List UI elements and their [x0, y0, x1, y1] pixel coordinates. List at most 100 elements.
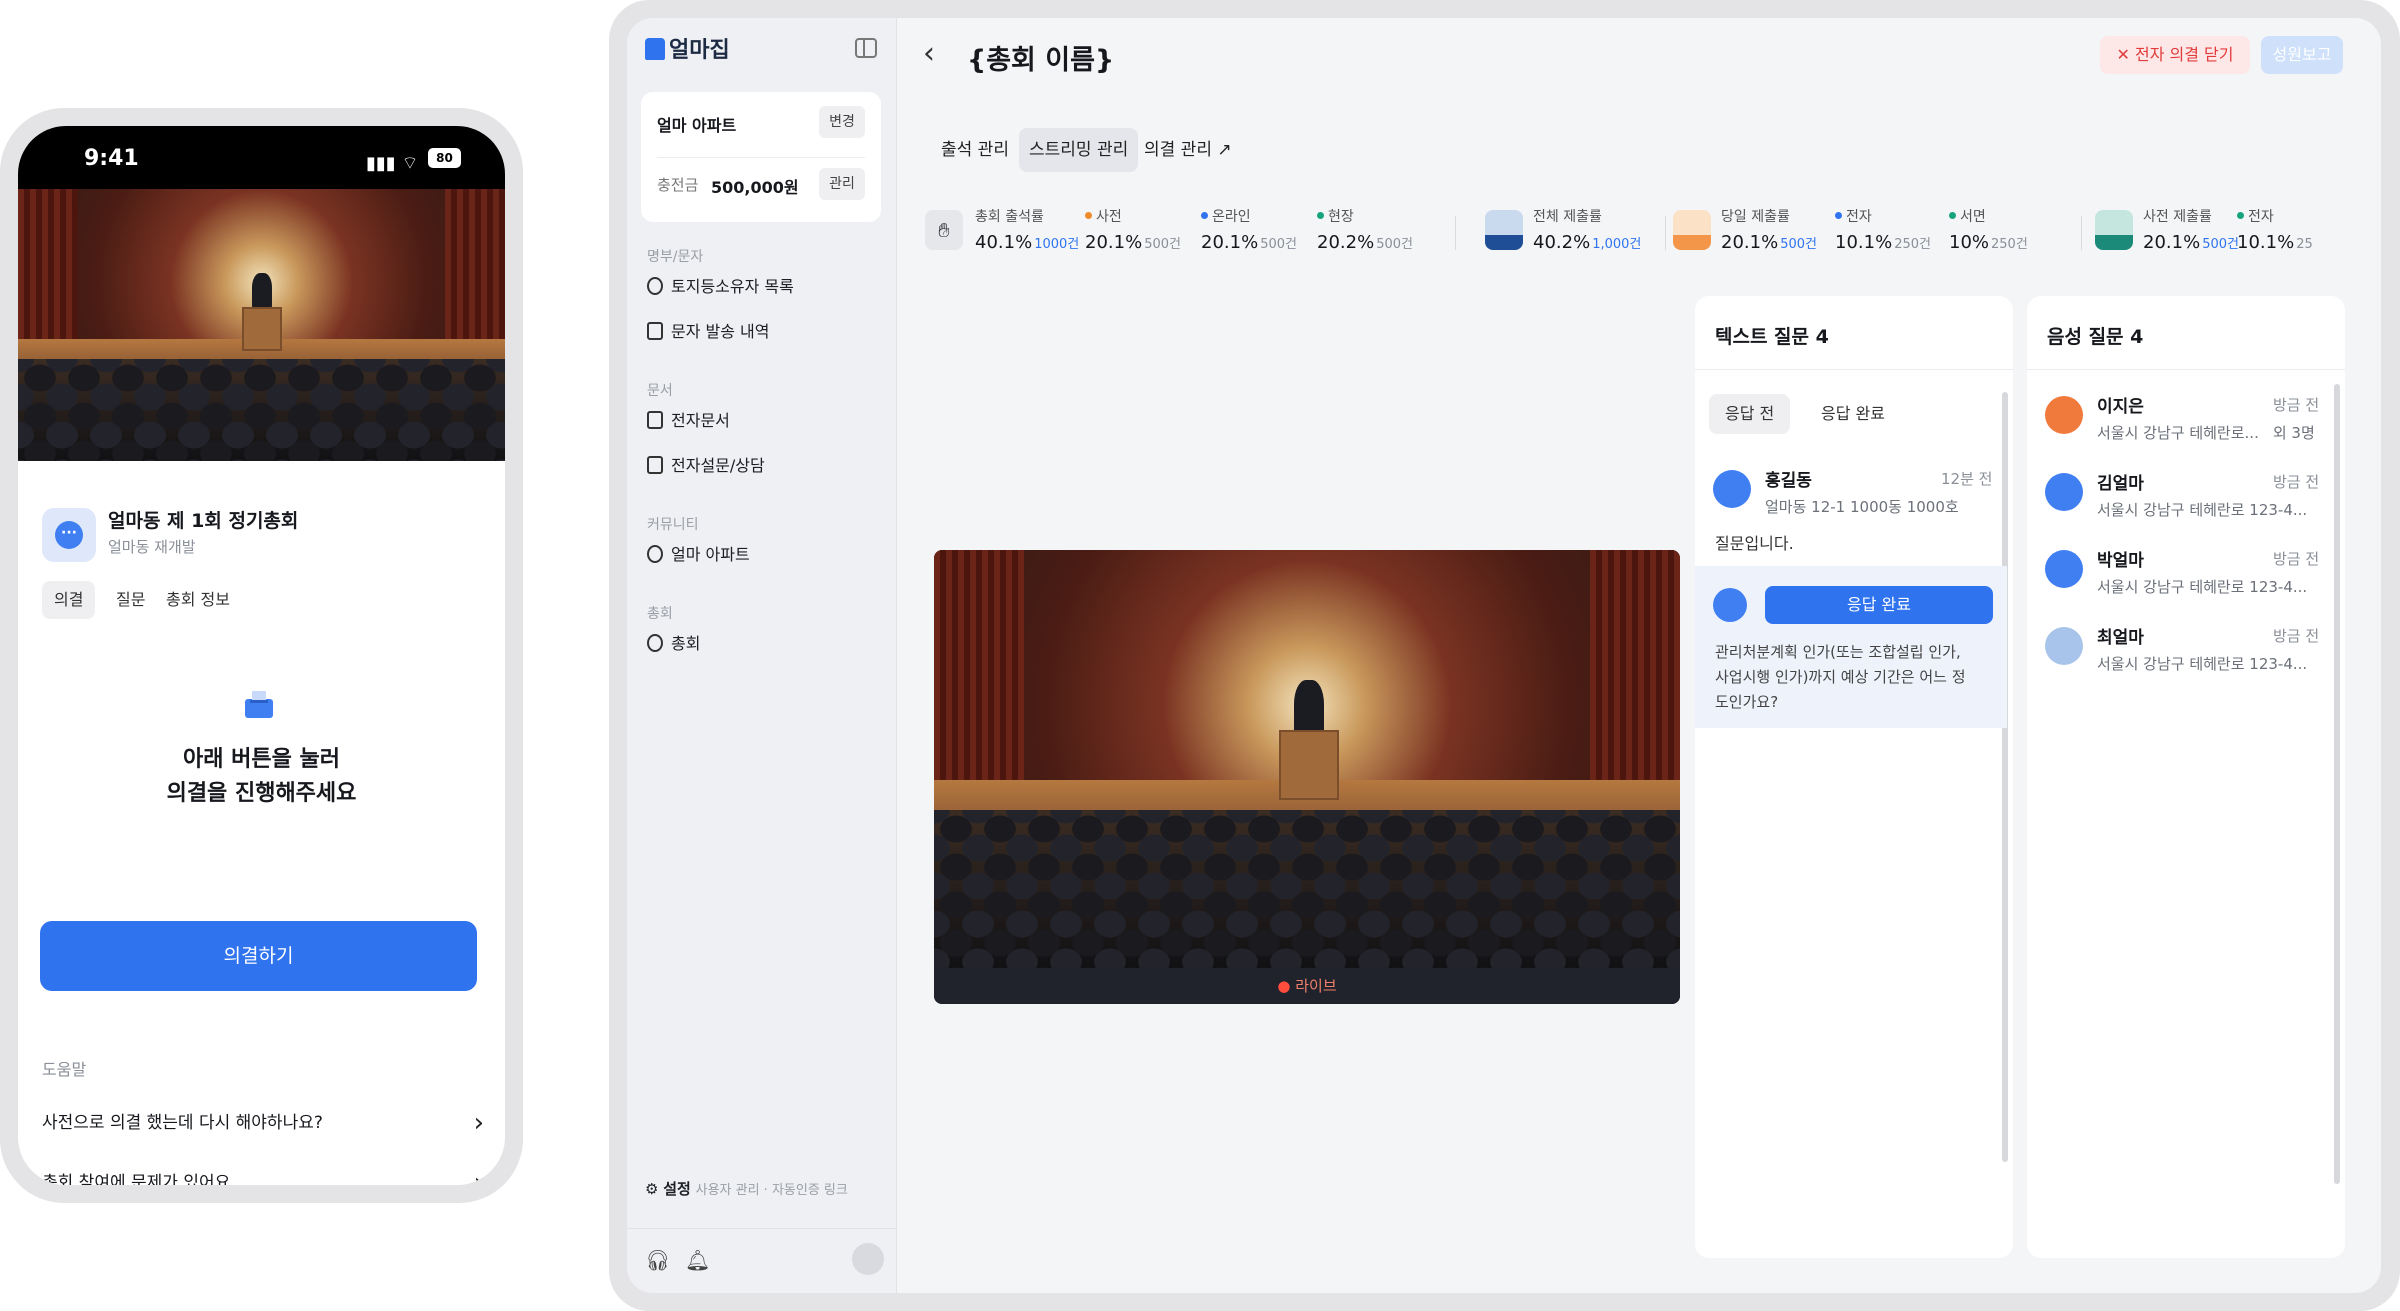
tab-attendance[interactable]: 출석 관리 [931, 128, 1019, 172]
section-label: 명부/문자 [647, 249, 704, 265]
vote-button[interactable]: 의결하기 [40, 921, 477, 991]
avatar [2045, 396, 2083, 434]
stat-count: 25 [2296, 237, 2313, 252]
stat-value: 20.1% [2143, 232, 2201, 253]
scrollbar[interactable] [2334, 384, 2340, 1184]
avatar [2045, 550, 2083, 588]
stat-value: 20.1% [1201, 232, 1259, 253]
profile-avatar[interactable] [852, 1243, 884, 1275]
stat-value: 10.1% [2237, 232, 2295, 253]
tab-voting[interactable]: 의결 관리 ↗ [1134, 128, 1242, 172]
stat-value: 40.1% [975, 232, 1033, 253]
tab-answered[interactable]: 응답 완료 [1805, 394, 1901, 434]
quorum-report-button[interactable]: 성원보고 [2261, 36, 2343, 74]
online-dot [1201, 212, 1208, 219]
page-title: {총회 이름} [967, 45, 1115, 76]
tab-assembly-info[interactable]: 총회 정보 [154, 581, 242, 619]
status-bar: 9:41 ▮▮▮ ⌔ 80 [18, 126, 505, 189]
stat-count: 500건 [1376, 237, 1413, 252]
tablet-screen: 얼마집 얼마 아파트 변경 충전금 500,000원 관리 명부/문자 토지등소… [627, 18, 2381, 1293]
stat-count: 500건 [1144, 237, 1181, 252]
mark-answered-button[interactable]: 응답 완료 [1765, 586, 1993, 624]
sidebar-item-label: 전자설문/상담 [671, 456, 765, 475]
electronic-dot [2237, 212, 2244, 219]
stat-count: 250건 [1991, 237, 2028, 252]
tab-streaming[interactable]: 스트리밍 관리 [1019, 128, 1139, 172]
question-time: 12분 전 [1941, 470, 1993, 488]
sidebar: 얼마집 얼마 아파트 변경 충전금 500,000원 관리 명부/문자 토지등소… [627, 18, 897, 1293]
stat-label: 사전 제출률 [2143, 209, 2212, 225]
stat-label: 총회 출석률 [975, 209, 1044, 225]
sidebar-item-owners[interactable]: 토지등소유자 목록 [647, 273, 794, 301]
question-item: 응답 완료 관리처분계획 인가(또는 조합설립 인가, 사업시행 인가)까지 예… [1695, 566, 2007, 728]
chevron-right-icon: › [473, 1168, 484, 1185]
live-indicator: ● 라이브 [934, 968, 1680, 1004]
sidebar-collapse-icon[interactable] [855, 38, 877, 58]
close-e-vote-button[interactable]: ✕ 전자 의결 닫기 [2100, 36, 2250, 74]
back-icon[interactable]: ‹ [923, 36, 935, 71]
settings-row[interactable]: ⚙ 설정 사용자 관리 · 자동인증 링크 [645, 1178, 848, 1199]
tab-question[interactable]: 질문 [104, 581, 157, 619]
tab-unanswered[interactable]: 응답 전 [1709, 394, 1791, 434]
stat-total-submit: 전체 제출률 40.2% 1,000건 [1533, 206, 1641, 253]
apartment-name: 얼마 아파트 [657, 116, 737, 135]
sidebar-item-e-documents[interactable]: 전자문서 [647, 407, 730, 435]
divider [2081, 216, 2082, 250]
close-e-vote-label: 전자 의결 닫기 [2135, 45, 2234, 64]
stat-pre-submit: 사전 제출률 20.1% 500건 [2143, 206, 2239, 253]
sidebar-item-community[interactable]: 얼마 아파트 [647, 541, 750, 569]
stat-count: 1,000건 [1592, 237, 1642, 252]
tab-vote[interactable]: 의결 [42, 581, 96, 619]
account-card: 얼마 아파트 변경 충전금 500,000원 관리 [641, 92, 881, 222]
stat-label: 사전 [1096, 209, 1122, 225]
help-item-label: 총회 참여에 문제가 있어요 [42, 1173, 231, 1185]
live-video-player[interactable]: ● 라이브 [934, 550, 1680, 1004]
settings-label: 설정 [663, 1180, 691, 1198]
stat-attendance: 총회 출석률 40.1% 1000건 [975, 206, 1079, 253]
battery-icon: 80 [428, 148, 461, 168]
charge-amount: 500,000원 [711, 178, 799, 197]
help-item[interactable]: 사전으로 의결 했는데 다시 해야하나요? › [42, 1103, 492, 1143]
mail-icon [647, 322, 663, 340]
sidebar-item-label: 문자 발송 내역 [671, 322, 770, 341]
change-button[interactable]: 변경 [819, 106, 865, 138]
tablet-frame: 얼마집 얼마 아파트 변경 충전금 500,000원 관리 명부/문자 토지등소… [609, 0, 2400, 1311]
divider [627, 1228, 897, 1229]
avatar [2045, 473, 2083, 511]
stat-online: 온라인 20.1% 500건 [1201, 206, 1297, 253]
stat-label: 전체 제출률 [1533, 209, 1602, 225]
divider [657, 157, 865, 158]
bell-icon[interactable]: 🔔︎ [685, 1248, 710, 1272]
avatar [1713, 588, 1747, 622]
onsite-dot [1317, 212, 1324, 219]
stat-value: 20.2% [1317, 232, 1375, 253]
logo[interactable]: 얼마집 [645, 32, 730, 64]
document-icon [647, 411, 663, 429]
manage-button[interactable]: 관리 [819, 168, 865, 200]
sameday-submit-icon [1673, 210, 1711, 250]
vote-heading: 아래 버튼을 눌러 의결을 진행해주세요 [166, 747, 357, 806]
question-body: 관리처분계획 인가(또는 조합설립 인가, 사업시행 인가)까지 예상 기간은 … [1715, 643, 1966, 711]
sidebar-item-assembly[interactable]: 총회 [647, 630, 700, 658]
house-logo-icon [645, 38, 665, 60]
help-item[interactable]: 총회 참여에 문제가 있어요 › [42, 1163, 492, 1185]
section-label: 문서 [647, 383, 673, 399]
sidebar-item-e-survey[interactable]: 전자설문/상담 [647, 452, 765, 480]
stat-label: 전자 [2248, 209, 2274, 225]
live-dot: ● [1277, 977, 1296, 995]
sidebar-item-label: 얼마 아파트 [671, 545, 750, 564]
help-label: 도움말 [42, 1060, 87, 1079]
stat-label: 전자 [1846, 209, 1872, 225]
sidebar-item-sms-history[interactable]: 문자 발송 내역 [647, 318, 770, 346]
play-circle-icon [647, 634, 663, 652]
caller-name: 최얼마 [2097, 628, 2144, 648]
caller-name: 박얼마 [2097, 551, 2144, 571]
stat-value: 20.1% [1085, 232, 1143, 253]
sidebar-item-label: 토지등소유자 목록 [671, 277, 794, 296]
stat-label: 서면 [1960, 209, 1986, 225]
question-author: 홍길동 [1765, 471, 1812, 491]
headset-icon[interactable]: 🎧︎ [645, 1248, 670, 1272]
scrollbar[interactable] [2002, 392, 2008, 1162]
panel-title: 음성 질문 4 [2047, 326, 2144, 348]
live-label: 라이브 [1295, 977, 1337, 995]
